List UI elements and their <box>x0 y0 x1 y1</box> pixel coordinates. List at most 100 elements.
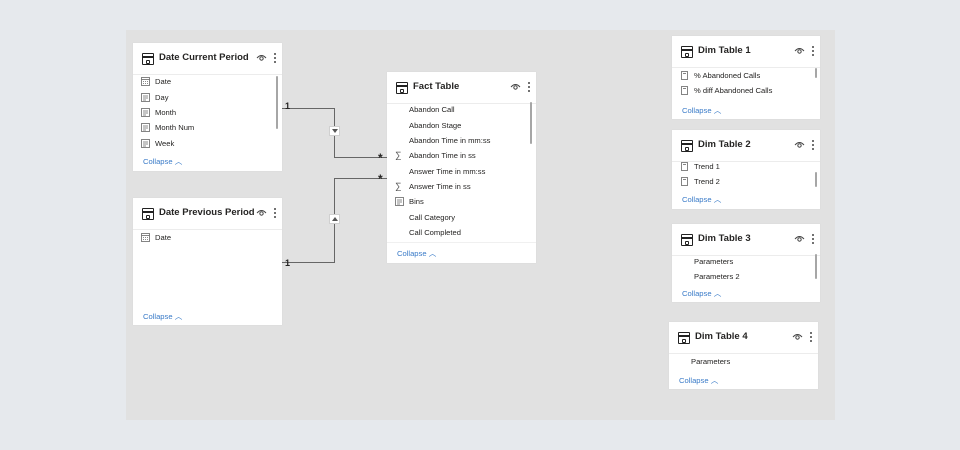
more-options-icon[interactable] <box>809 331 813 343</box>
eye-icon[interactable] <box>792 331 803 342</box>
more-options-icon[interactable] <box>273 207 277 219</box>
measure-icon <box>681 162 688 171</box>
collapse-link[interactable]: Collapse ︿ <box>682 194 721 205</box>
chevron-up-icon: ︿ <box>174 312 183 321</box>
card-header[interactable]: Fact Table <box>387 72 536 104</box>
field-label: Month <box>155 108 177 117</box>
chevron-up-icon: ︿ <box>713 106 722 115</box>
eye-icon[interactable] <box>794 45 805 56</box>
card-header[interactable]: Dim Table 2 <box>672 130 820 162</box>
cardinality-one-previous: 1 <box>285 258 291 268</box>
field-label: Trend 2 <box>694 177 720 186</box>
measure-icon <box>681 71 688 80</box>
table-card-dim-table-2[interactable]: Dim Table 2 Trend 1 Trend 2 Collapse ︿ <box>672 130 820 209</box>
field-label: Abandon Time in mm:ss <box>409 136 491 145</box>
field-label: Trend 1 <box>694 162 720 171</box>
collapse-link[interactable]: Collapse ︿ <box>682 288 721 299</box>
cardinality-many-previous: * <box>378 172 383 186</box>
more-options-icon[interactable] <box>811 45 815 57</box>
column-icon <box>141 139 150 148</box>
card-title: Dim Table 3 <box>698 233 751 244</box>
more-options-icon[interactable] <box>273 52 277 64</box>
calendar-icon <box>141 77 150 86</box>
more-options-icon[interactable] <box>527 81 531 93</box>
table-icon <box>142 53 154 65</box>
collapse-label: Collapse <box>143 157 173 166</box>
collapse-label: Collapse <box>397 249 427 258</box>
field-label: Parameters 2 <box>694 272 740 281</box>
column-icon <box>141 108 150 117</box>
table-icon <box>142 208 154 220</box>
more-options-icon[interactable] <box>811 139 815 151</box>
sigma-icon: ∑ <box>395 150 402 160</box>
eye-icon[interactable] <box>794 233 805 244</box>
eye-icon[interactable] <box>256 52 267 63</box>
eye-icon[interactable] <box>256 207 267 218</box>
collapse-link[interactable]: Collapse ︿ <box>682 105 721 116</box>
collapse-label: Collapse <box>679 376 709 385</box>
filter-direction-up-icon[interactable] <box>329 214 340 224</box>
table-icon <box>678 332 690 344</box>
scrollbar[interactable] <box>530 102 532 144</box>
table-icon <box>681 46 693 58</box>
measure-icon <box>681 177 688 186</box>
calendar-icon <box>141 233 150 242</box>
cardinality-many-current: * <box>378 151 383 165</box>
card-title: Dim Table 4 <box>695 331 748 342</box>
measure-icon <box>681 86 688 95</box>
collapse-label: Collapse <box>682 195 712 204</box>
table-card-fact-table[interactable]: Fact Table Abandon Call Abandon Stage Ab… <box>387 72 536 263</box>
table-icon <box>681 140 693 152</box>
field-label: Abandon Time in ss <box>409 151 476 160</box>
collapse-label: Collapse <box>143 312 173 321</box>
field-label: Month Num <box>155 123 195 132</box>
scrollbar[interactable] <box>815 68 817 78</box>
field-label: Call Completed <box>409 228 461 237</box>
field-label: Date <box>155 233 172 242</box>
table-icon <box>681 234 693 246</box>
collapse-link[interactable]: Collapse ︿ <box>397 248 436 259</box>
field-label: Call Category <box>409 213 456 222</box>
table-card-dim-table-1[interactable]: Dim Table 1 % Abandoned Calls % diff Aba… <box>672 36 820 119</box>
card-divider <box>387 242 536 243</box>
scrollbar[interactable] <box>815 254 817 279</box>
field-label: Bins <box>409 197 424 206</box>
chevron-up-icon: ︿ <box>713 195 722 204</box>
field-label: Parameters <box>694 257 734 266</box>
scrollbar[interactable] <box>815 172 817 187</box>
card-title: Dim Table 1 <box>698 45 751 56</box>
field-label: % diff Abandoned Calls <box>694 86 773 95</box>
field-label: Answer Time in ss <box>409 182 471 191</box>
card-header[interactable]: Dim Table 3 <box>672 224 820 256</box>
chevron-up-icon: ︿ <box>174 157 183 166</box>
collapse-label: Collapse <box>682 289 712 298</box>
field-label: Answer Time in mm:ss <box>409 167 486 176</box>
card-title: Date Previous Period <box>159 207 255 218</box>
field-label: Day <box>155 93 169 102</box>
card-header[interactable]: Dim Table 1 <box>672 36 820 68</box>
field-label: Abandon Stage <box>409 121 462 130</box>
scrollbar[interactable] <box>276 76 278 129</box>
field-label: Week <box>155 139 175 148</box>
card-header[interactable]: Dim Table 4 <box>669 322 818 354</box>
table-card-dim-table-4[interactable]: Dim Table 4 Parameters Collapse ︿ <box>669 322 818 389</box>
eye-icon[interactable] <box>794 139 805 150</box>
table-icon <box>396 82 408 94</box>
field-label: Abandon Call <box>409 105 455 114</box>
table-card-date-previous-period[interactable]: Date Previous Period Date Collapse ︿ <box>133 198 282 325</box>
eye-icon[interactable] <box>510 81 521 92</box>
collapse-link[interactable]: Collapse ︿ <box>143 156 182 167</box>
collapse-link[interactable]: Collapse ︿ <box>679 375 718 386</box>
collapse-label: Collapse <box>682 106 712 115</box>
card-title: Fact Table <box>413 81 460 92</box>
card-header[interactable]: Date Current Period <box>133 43 282 75</box>
filter-direction-down-icon[interactable] <box>329 126 340 136</box>
table-card-dim-table-3[interactable]: Dim Table 3 Parameters Parameters 2 Coll… <box>672 224 820 302</box>
more-options-icon[interactable] <box>811 233 815 245</box>
collapse-link[interactable]: Collapse ︿ <box>143 311 182 322</box>
column-icon <box>141 93 150 102</box>
cardinality-one-current: 1 <box>285 101 291 111</box>
card-header[interactable]: Date Previous Period <box>133 198 282 230</box>
card-title: Date Current Period <box>159 52 249 63</box>
table-card-date-current-period[interactable]: Date Current Period Date Day Month Month… <box>133 43 282 171</box>
